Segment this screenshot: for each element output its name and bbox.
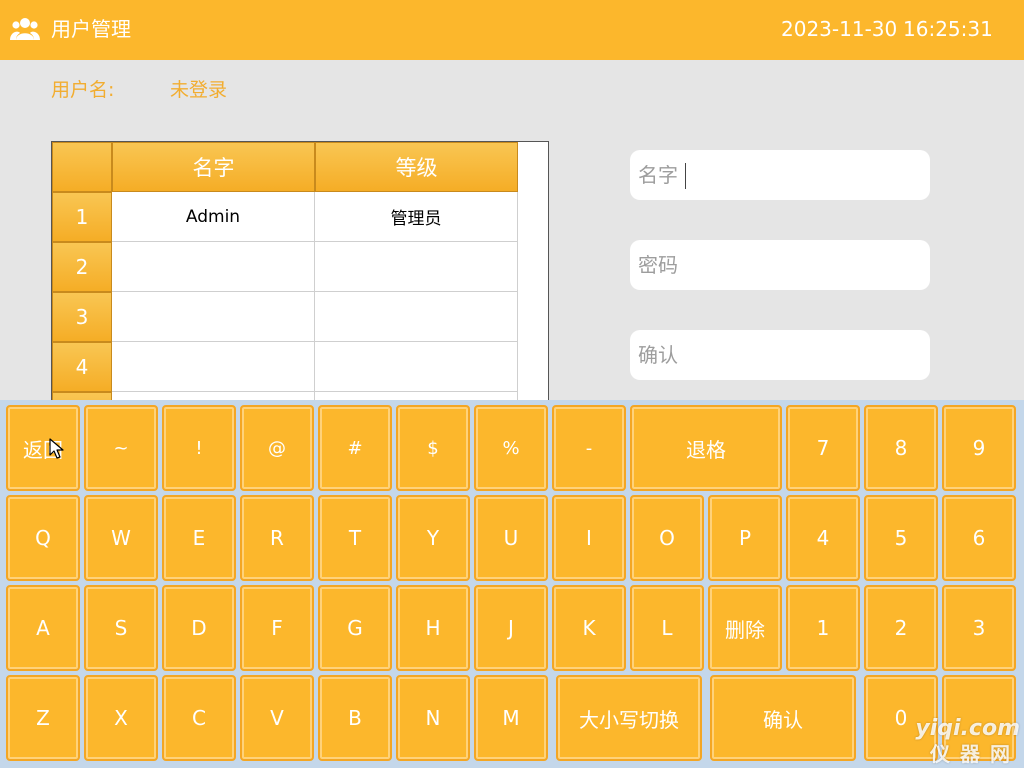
key-p[interactable]: P <box>708 495 782 581</box>
key-dollar[interactable]: $ <box>396 405 470 491</box>
password-placeholder: 密码 <box>638 253 678 277</box>
key-at[interactable]: @ <box>240 405 314 491</box>
key-confirm[interactable]: 确认 <box>710 675 856 761</box>
key-2[interactable]: 2 <box>864 585 938 671</box>
key-o[interactable]: O <box>630 495 704 581</box>
table-cell-name[interactable] <box>112 242 315 292</box>
key-z[interactable]: Z <box>6 675 80 761</box>
table-cell-level[interactable] <box>315 292 518 342</box>
confirm-password-input[interactable]: 确认 <box>630 330 930 380</box>
key-i[interactable]: I <box>552 495 626 581</box>
header-date: 2023-11-30 <box>781 17 898 41</box>
key-3[interactable]: 3 <box>942 585 1016 671</box>
watermark-chinese: 仪器网 <box>930 742 1020 766</box>
key-c[interactable]: C <box>162 675 236 761</box>
key-k[interactable]: K <box>552 585 626 671</box>
key-7[interactable]: 7 <box>786 405 860 491</box>
row-number[interactable]: 1 <box>52 192 112 242</box>
key-exclamation[interactable]: ! <box>162 405 236 491</box>
key-1[interactable]: 1 <box>786 585 860 671</box>
confirm-placeholder: 确认 <box>638 343 678 367</box>
key-l[interactable]: L <box>630 585 704 671</box>
table-cell-level[interactable]: 管理员 <box>315 192 518 242</box>
on-screen-keyboard: 返回 ~ ! @ # $ % - 退格 7 8 9 Q W E R T Y U … <box>0 400 1024 768</box>
key-y[interactable]: Y <box>396 495 470 581</box>
table-cell-name[interactable] <box>112 342 315 392</box>
header-time: 16:25:31 <box>903 17 993 41</box>
key-tilde[interactable]: ~ <box>84 405 158 491</box>
key-delete[interactable]: 删除 <box>708 585 782 671</box>
key-f[interactable]: F <box>240 585 314 671</box>
app-header: 用户管理 2023-11-30 16:25:31 <box>0 0 1024 60</box>
row-number[interactable]: 2 <box>52 242 112 292</box>
mouse-pointer-icon <box>49 438 64 459</box>
key-q[interactable]: Q <box>6 495 80 581</box>
row-number[interactable]: 3 <box>52 292 112 342</box>
key-backspace[interactable]: 退格 <box>630 405 782 491</box>
key-dash[interactable]: - <box>552 405 626 491</box>
key-hash[interactable]: # <box>318 405 392 491</box>
table-corner-cell <box>52 142 112 192</box>
key-b[interactable]: B <box>318 675 392 761</box>
key-g[interactable]: G <box>318 585 392 671</box>
username-label: 用户名: <box>51 79 115 101</box>
current-user-row: 用户名: 未登录 <box>0 77 600 103</box>
row-number[interactable]: 4 <box>52 342 112 392</box>
key-4[interactable]: 4 <box>786 495 860 581</box>
table-cell-level[interactable] <box>315 342 518 392</box>
watermark-domain: yiqi.com <box>915 716 1020 741</box>
key-percent[interactable]: % <box>474 405 548 491</box>
key-h[interactable]: H <box>396 585 470 671</box>
watermark: yiqi.com 仪器网 <box>910 715 1024 768</box>
key-x[interactable]: X <box>84 675 158 761</box>
key-w[interactable]: W <box>84 495 158 581</box>
key-5[interactable]: 5 <box>864 495 938 581</box>
key-t[interactable]: T <box>318 495 392 581</box>
column-header-level[interactable]: 等级 <box>315 142 518 192</box>
key-s[interactable]: S <box>84 585 158 671</box>
password-input[interactable]: 密码 <box>630 240 930 290</box>
column-header-name[interactable]: 名字 <box>112 142 315 192</box>
table-cell-name[interactable] <box>112 292 315 342</box>
users-icon <box>10 18 40 40</box>
page-title: 用户管理 <box>51 17 131 41</box>
key-caps-toggle[interactable]: 大小写切换 <box>556 675 702 761</box>
key-d[interactable]: D <box>162 585 236 671</box>
text-caret <box>685 163 686 189</box>
name-input[interactable]: 名字 <box>630 150 930 200</box>
key-m[interactable]: M <box>474 675 548 761</box>
username-value: 未登录 <box>170 79 228 101</box>
key-9[interactable]: 9 <box>942 405 1016 491</box>
name-placeholder: 名字 <box>638 163 678 187</box>
key-j[interactable]: J <box>474 585 548 671</box>
table-cell-name[interactable]: Admin <box>112 192 315 242</box>
key-8[interactable]: 8 <box>864 405 938 491</box>
key-v[interactable]: V <box>240 675 314 761</box>
key-back[interactable]: 返回 <box>6 405 80 491</box>
key-a[interactable]: A <box>6 585 80 671</box>
key-6[interactable]: 6 <box>942 495 1016 581</box>
key-e[interactable]: E <box>162 495 236 581</box>
table-cell-level[interactable] <box>315 242 518 292</box>
key-n[interactable]: N <box>396 675 470 761</box>
user-table: 名字 等级 1 Admin 管理员 2 3 4 <box>51 141 549 401</box>
key-r[interactable]: R <box>240 495 314 581</box>
key-u[interactable]: U <box>474 495 548 581</box>
